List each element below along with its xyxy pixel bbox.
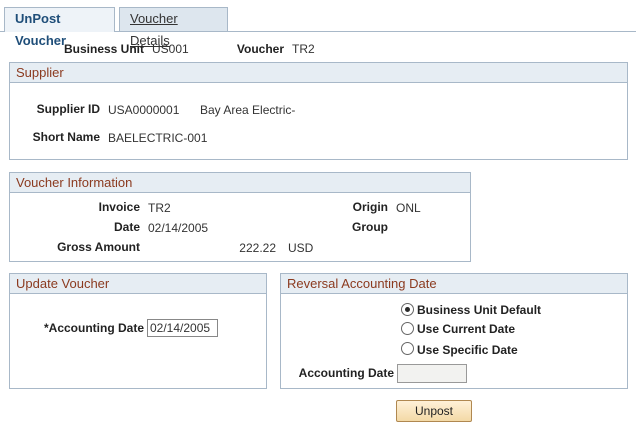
voucher-information-title: Voucher Information: [10, 173, 470, 193]
supplier-id-value: USA0000001: [108, 103, 180, 117]
radio-business-unit-default[interactable]: [401, 303, 414, 316]
radio-business-unit-default-label: Business Unit Default: [417, 303, 542, 317]
invoice-value: TR2: [148, 201, 171, 215]
tab-bar: UnPost Voucher Voucher Details: [0, 0, 636, 48]
reversal-accounting-date-input[interactable]: [397, 364, 467, 383]
unpost-button[interactable]: Unpost: [396, 400, 472, 422]
radio-use-current-date-label: Use Current Date: [417, 322, 516, 336]
supplier-section-title: Supplier: [10, 63, 627, 83]
supplier-id-label: Supplier ID: [36, 102, 100, 116]
date-value: 02/14/2005: [148, 221, 209, 235]
voucher-label: Voucher: [236, 42, 284, 56]
group-label: Group: [352, 220, 388, 234]
invoice-label: Invoice: [98, 200, 140, 214]
radio-use-specific-date[interactable]: [401, 342, 414, 355]
supplier-section: Supplier: [9, 62, 628, 160]
voucher-value: TR2: [292, 42, 315, 56]
origin-label: Origin: [352, 200, 388, 214]
gross-amount-value: 222.22: [239, 241, 276, 255]
update-voucher-title: Update Voucher: [10, 274, 266, 294]
date-label: Date: [113, 220, 140, 234]
short-name-label: Short Name: [32, 130, 100, 144]
reversal-accounting-date-title: Reversal Accounting Date: [281, 274, 627, 294]
currency-value: USD: [288, 241, 314, 255]
short-name-value: BAELECTRIC-001: [108, 131, 208, 145]
tab-voucher-details[interactable]: Voucher Details: [119, 7, 228, 48]
business-unit-value: US001: [152, 42, 189, 56]
radio-use-specific-date-label: Use Specific Date: [417, 343, 518, 357]
origin-value: ONL: [396, 201, 421, 215]
accounting-date-label: *Accounting Date: [43, 321, 144, 335]
accounting-date-input[interactable]: [147, 319, 218, 337]
radio-selected-dot: [405, 307, 410, 312]
reversal-accounting-date-label: Accounting Date: [298, 366, 394, 380]
tab-unpost-voucher[interactable]: UnPost Voucher: [4, 7, 115, 48]
gross-amount-label: Gross Amount: [57, 240, 140, 254]
tab-unpost-voucher-label: UnPost Voucher: [15, 11, 67, 48]
supplier-name-value: Bay Area Electric-: [200, 103, 296, 117]
radio-use-current-date[interactable]: [401, 322, 414, 335]
